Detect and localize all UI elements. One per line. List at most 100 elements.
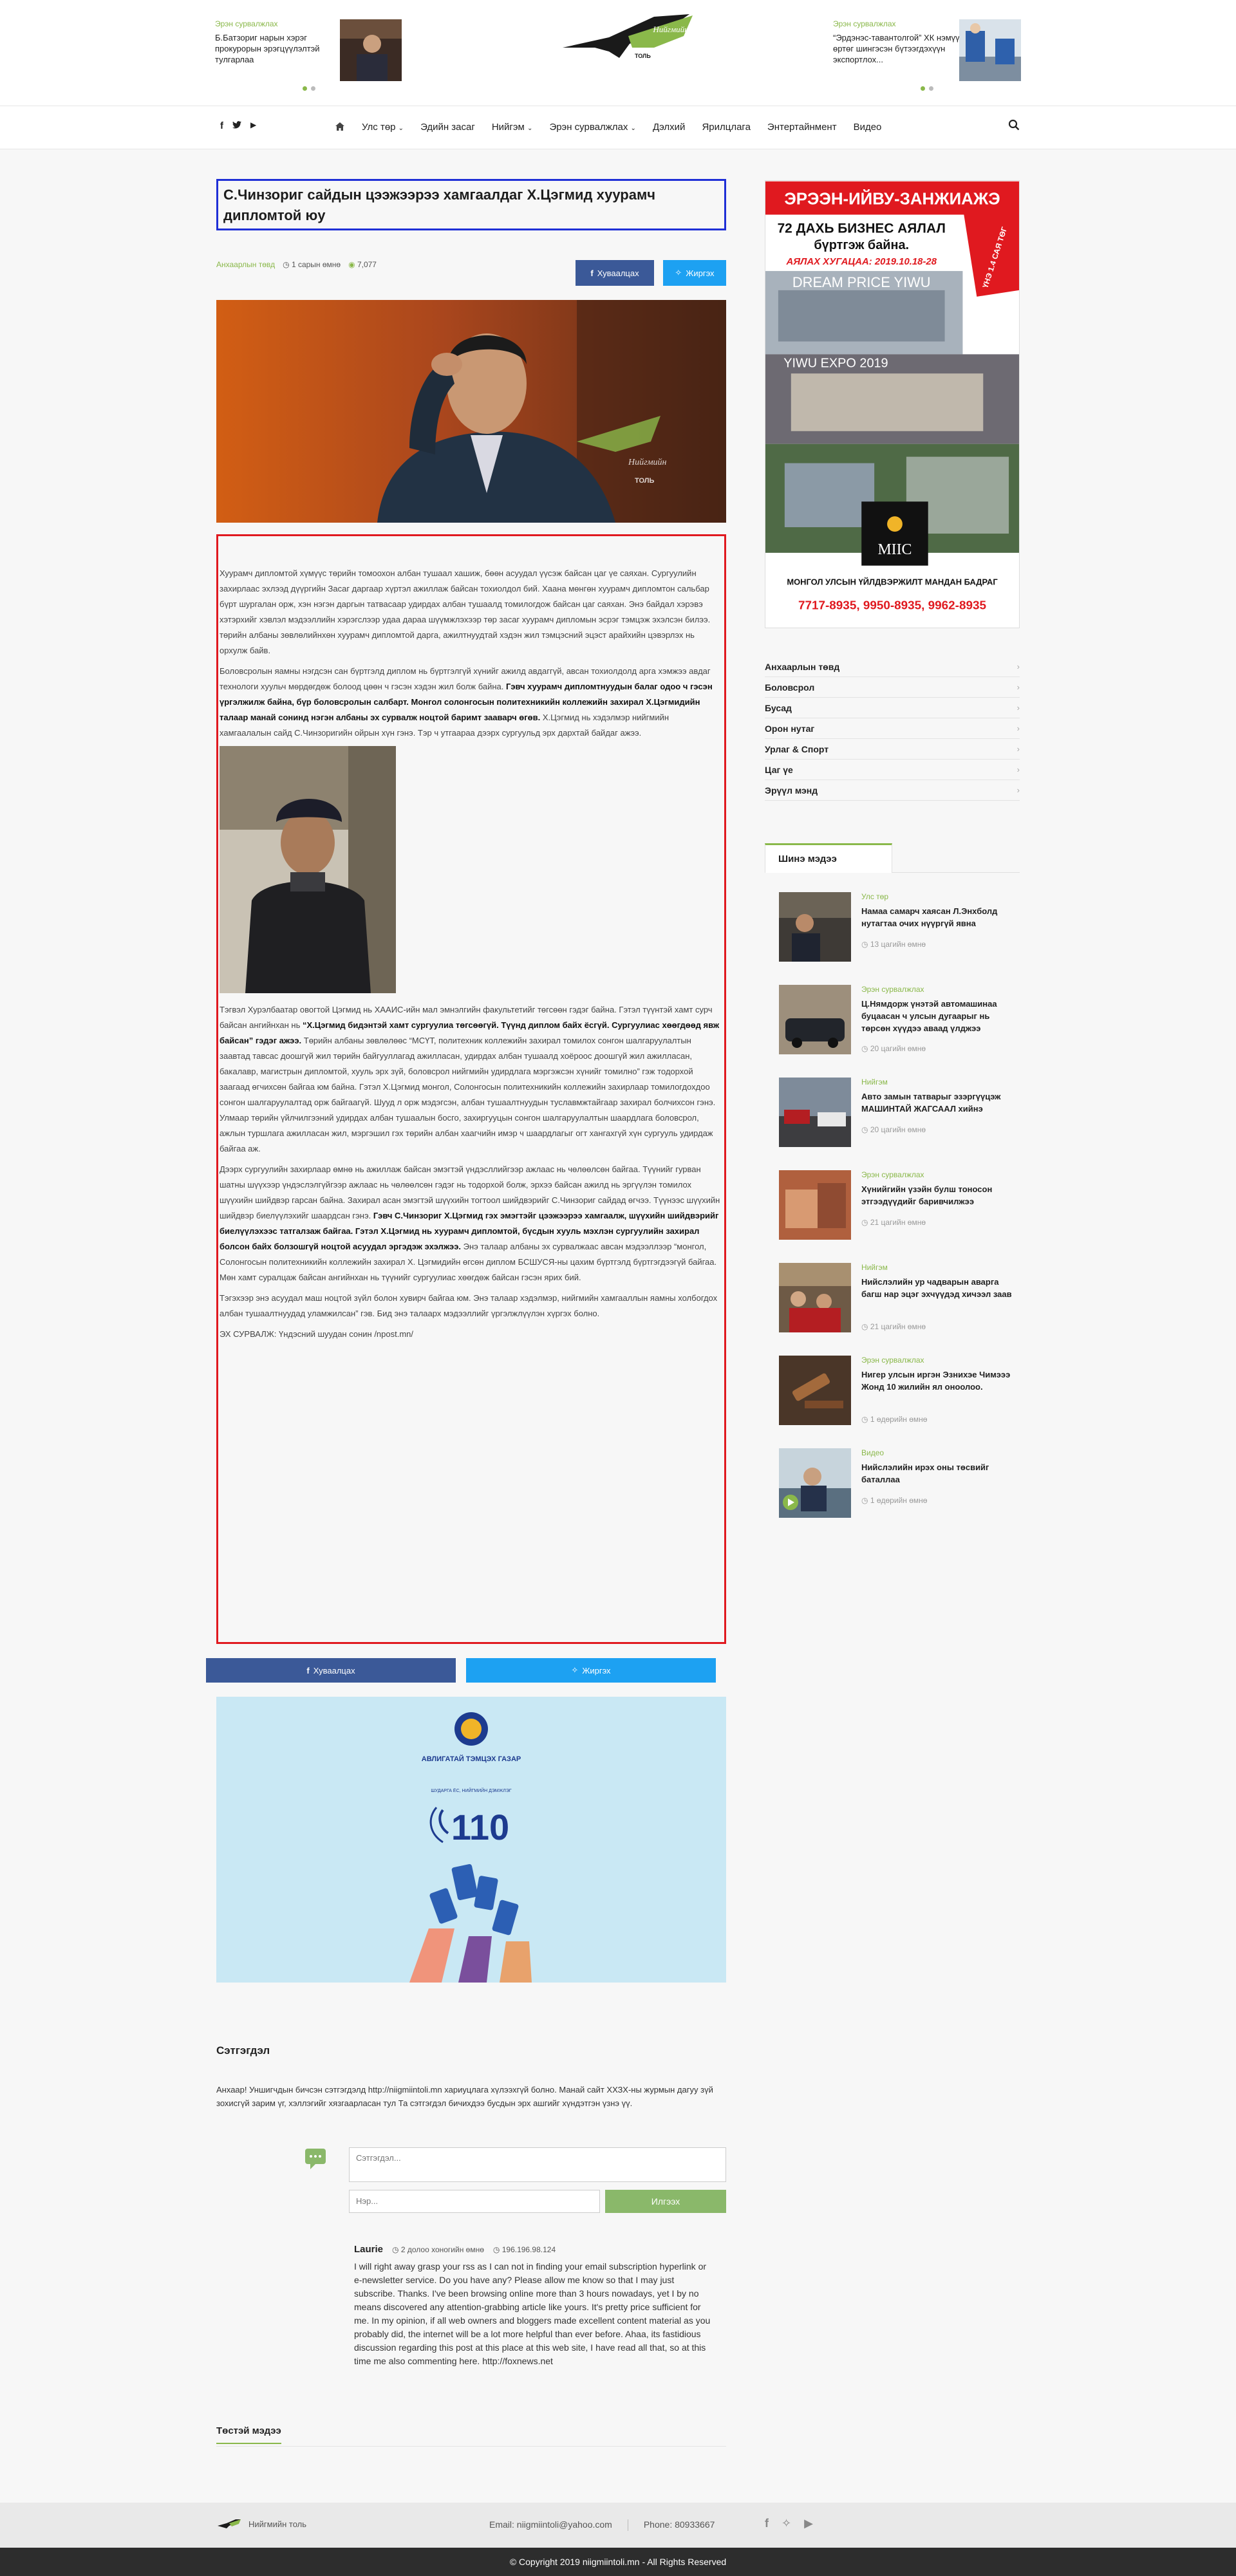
news-time: ◷ 20 цагийн өмнө [861, 1044, 926, 1053]
facebook-share-button[interactable]: f Хуваалцах [576, 260, 654, 286]
nav-item-interview[interactable]: Ярилцлага [702, 122, 750, 134]
news-category: Эрэн сурвалжлах [861, 985, 924, 994]
nav-item-video[interactable]: Видео [854, 122, 882, 134]
ticker-thumbnail [959, 19, 1021, 81]
category-item[interactable]: Бусад › [765, 698, 1020, 718]
facebook-icon[interactable]: f [220, 120, 223, 131]
news-category: Видео [861, 1448, 885, 1457]
comment-textarea[interactable]: Сэтгэгдэл... [349, 2147, 726, 2182]
comment-author: Laurie [354, 2244, 384, 2255]
category-item[interactable]: Боловсрол › [765, 677, 1020, 698]
news-item[interactable]: Эрэн сурвалжлах Ц.Нямдорж үнэтэй автомаш… [779, 985, 1020, 1061]
nav-item-entertainment[interactable]: Энтертайнмент [767, 122, 837, 134]
youtube-icon[interactable]: ▶ [250, 120, 256, 131]
ticker-title[interactable]: Б.Батзориг нарын хэрэг прокурорын эрэгцү… [215, 32, 344, 65]
footer-logo[interactable]: Нийгмийн толь [216, 2518, 306, 2530]
article-paragraph: Дээрх сургуулийн захирлаар өмнө нь ажилл… [220, 1164, 720, 1282]
ticker-title[interactable]: “Эрдэнэс-тавантолгой” ХК нэмүү өртөг шин… [833, 32, 962, 65]
news-title[interactable]: Ц.Нямдорж үнэтэй автомашинаа буцаасан ч … [861, 998, 1016, 1034]
category-item[interactable]: Орон нутаг › [765, 718, 1020, 739]
chevron-right-icon: › [1016, 703, 1020, 713]
clock-icon: ◷ [861, 940, 868, 949]
chevron-down-icon: ⌄ [527, 125, 533, 132]
twitter-share-button[interactable]: ✧ Жиргэх [663, 260, 726, 286]
ticker-dots-left[interactable] [303, 86, 315, 91]
latest-news-tabbar: Шинэ мэдээ [765, 843, 1020, 873]
comment-ip: ◷ 196.196.98.124 [492, 2245, 556, 2254]
ticker-thumbnail [340, 19, 402, 81]
nav-item-economy[interactable]: Эдийн засаг [420, 122, 475, 134]
category-item[interactable]: Урлаг & Спорт › [765, 739, 1020, 760]
news-category: Нийгэм [861, 1263, 888, 1272]
article-views: ◉ 7,077 [348, 260, 377, 269]
news-item[interactable]: Эрэн сурвалжлах Нигер улсын иргэн Эзнихэ… [779, 1356, 1020, 1432]
ad-phones: 7717-8935, 9950-8935, 9962-8935 [798, 599, 986, 612]
news-title[interactable]: Хүнийгийн үзэйн булш тоносон этгээдүүдий… [861, 1183, 1016, 1208]
nav-menu: Улс төр ⌄ Эдийн засаг Нийгэм ⌄ Эрэн сурв… [335, 122, 881, 134]
youtube-icon[interactable]: ▶ [804, 2517, 813, 2530]
chevron-right-icon: › [1016, 662, 1020, 671]
ticker-left[interactable]: Эрэн сурвалжлах Б.Батзориг нарын хэрэг п… [215, 19, 408, 97]
twitter-icon[interactable] [232, 120, 241, 131]
article-body: Хуурамч дипломтой хүмүүс төрийн томоохон… [216, 534, 726, 1644]
news-item[interactable]: Видео Нийслэлийн ирэх оны төсвийг баталл… [779, 1448, 1020, 1524]
twitter-icon: ✧ [571, 1665, 579, 1675]
comment-name-input[interactable]: Нэр... [349, 2190, 600, 2213]
chevron-right-icon: › [1016, 682, 1020, 692]
category-item[interactable]: Эрүүл мэнд › [765, 780, 1020, 801]
copyright-bar: © Copyright 2019 niigmiintoli.mn - All R… [0, 2548, 1236, 2576]
footer-email[interactable]: Email: niigmiintoli@yahoo.com [489, 2519, 612, 2531]
news-item[interactable]: Эрэн сурвалжлах Хүнийгийн үзэйн булш тон… [779, 1170, 1020, 1246]
news-item[interactable]: Нийгэм Авто замын татварыг эзэргүүцэж МА… [779, 1078, 1020, 1153]
category-item[interactable]: Анхаарлын төвд › [765, 657, 1020, 677]
search-icon[interactable] [1008, 119, 1020, 134]
home-icon[interactable] [335, 122, 345, 134]
footer-logo-icon [218, 2519, 241, 2528]
news-thumbnail [779, 1263, 851, 1332]
news-thumbnail [779, 985, 851, 1054]
news-item[interactable]: Улс төр Намаа самарч хаясан Л.Энхболд ну… [779, 892, 1020, 968]
article-paragraph: Хуурамч дипломтой хүмүүс төрийн томоохон… [220, 568, 711, 655]
eye-icon: ◉ [348, 260, 355, 269]
nav-item-investigation[interactable]: Эрэн сурвалжлах ⌄ [549, 122, 636, 134]
category-item[interactable]: Цаг үе › [765, 760, 1020, 780]
tab-latest-news[interactable]: Шинэ мэдээ [765, 843, 892, 873]
news-title[interactable]: Нийслэлийн ур чадварын аварга багш нар э… [861, 1276, 1016, 1300]
main-nav: f ▶ Улс төр ⌄ Эдийн засаг Нийгэм ⌄ Эрэн … [0, 106, 1236, 149]
facebook-icon[interactable]: f [765, 2517, 769, 2530]
nav-item-politics[interactable]: Улс төр ⌄ [362, 122, 404, 134]
news-title[interactable]: Нийслэлийн ирэх оны төсвийг баталлаа [861, 1461, 1016, 1486]
clock-icon: ◷ [861, 1496, 868, 1505]
anti-corruption-banner[interactable]: АВЛИГАТАЙ ТЭМЦЭХ ГАЗАР ШУДАРГА ЁС, НИЙГМ… [216, 1697, 726, 1983]
article-hero-image: Нийгмийн ТОЛЬ [216, 300, 726, 523]
footer-contact: Email: niigmiintoli@yahoo.com Phone: 809… [489, 2519, 715, 2531]
footer-phone: Phone: 80933667 [643, 2519, 715, 2530]
article-title: С.Чинзориг сайдын цээжээрээ хамгаалдаг Х… [216, 179, 726, 230]
ticker-right[interactable]: Эрэн сурвалжлах “Эрдэнэс-тавантолгой” ХК… [833, 19, 1026, 97]
news-title[interactable]: Авто замын татварыг эзэргүүцэж МАШИНТАЙ … [861, 1090, 1016, 1115]
nav-item-society[interactable]: Нийгэм ⌄ [492, 122, 533, 134]
news-title[interactable]: Намаа самарч хаясан Л.Энхболд нутагтаа о… [861, 905, 1016, 929]
news-thumbnail [779, 1170, 851, 1240]
ticker-dots-right[interactable] [921, 86, 933, 91]
twitter-icon[interactable]: ✧ [782, 2517, 791, 2530]
comment-time: ◷ 2 долоо хоногийн өмнө [392, 2245, 484, 2254]
news-item[interactable]: Нийгэм Нийслэлийн ур чадварын аварга баг… [779, 1263, 1020, 1339]
article-meta: Анхаарлын төвд ◷ 1 сарын өмнө ◉ 7,077 [216, 260, 377, 269]
comment-send-button[interactable]: Илгээх [605, 2190, 726, 2213]
comment-bubble-icon [305, 2149, 326, 2169]
news-thumbnail [779, 1448, 851, 1518]
travel-ad-banner[interactable]: ЭРЭЭН-ИЙВУ-ЗАНЖИАЖЭ 72 ДАХЬ БИЗНЕС АЯЛАЛ… [765, 180, 1020, 628]
news-time: ◷ 13 цагийн өмнө [861, 940, 926, 949]
chevron-right-icon: › [1016, 723, 1020, 733]
news-title[interactable]: Нигер улсын иргэн Эзнихэе Чимэээ Жонд 10… [861, 1368, 1016, 1393]
twitter-share-button-bottom[interactable]: ✧ Жиргэх [466, 1658, 716, 1683]
facebook-share-button-bottom[interactable]: f Хуваалцах [206, 1658, 456, 1683]
article-category[interactable]: Анхаарлын төвд [216, 260, 275, 269]
news-time: ◷ 21 цагийн өмнө [861, 1218, 926, 1227]
chevron-down-icon: ⌄ [398, 125, 404, 132]
chevron-right-icon: › [1016, 765, 1020, 774]
site-logo[interactable]: Нийгмийн ТОЛЬ [557, 10, 699, 75]
nav-item-world[interactable]: Дэлхий [653, 122, 686, 134]
chevron-down-icon: ⌄ [630, 125, 636, 132]
